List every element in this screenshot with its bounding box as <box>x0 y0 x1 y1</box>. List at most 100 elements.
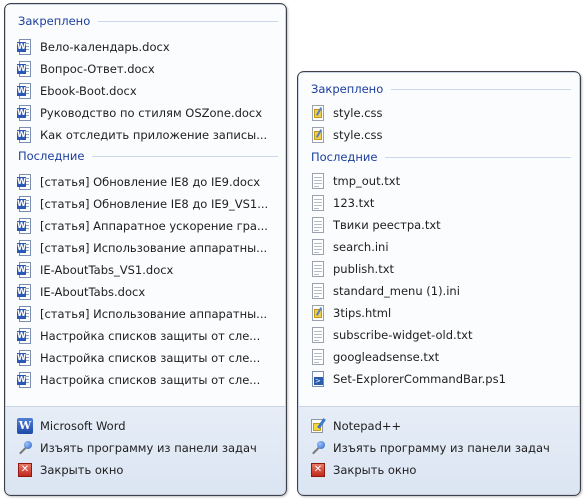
pin-icon <box>310 440 326 456</box>
notepad-jumplist: Закреплено style.css style.css Последние … <box>297 71 581 496</box>
recent-item[interactable]: W Настройка списков защиты от сле... <box>17 347 260 369</box>
word-document-icon: W <box>17 262 33 278</box>
word-document-icon: W <box>17 39 33 55</box>
task-item[interactable]: Изъять программу из панели задач <box>17 437 257 459</box>
recent-item-label: search.ini <box>333 240 389 254</box>
task-item-label: Notepad++ <box>333 419 402 433</box>
recent-item[interactable]: tmp_out.txt <box>310 170 400 192</box>
recent-item[interactable]: W IE-AboutTabs.docx <box>17 281 145 303</box>
task-item-label: Microsoft Word <box>40 419 126 433</box>
notepad-plus-plus-icon <box>310 418 326 434</box>
pinned-item[interactable]: W Как отследить приложение записы... <box>17 124 267 146</box>
word-document-icon: W <box>17 196 33 212</box>
pinned-item-label: Как отследить приложение записы... <box>40 128 268 142</box>
recent-item[interactable]: W IE-AboutTabs_VS1.docx <box>17 259 173 281</box>
recent-item[interactable]: W [статья] Обновление IE8 до IE9.docx <box>17 171 260 193</box>
text-file-icon <box>310 173 326 189</box>
recent-item[interactable]: W [статья] Использование аппаратны... <box>17 237 267 259</box>
task-item[interactable]: ✕ Закрыть окно <box>310 459 416 481</box>
task-item[interactable]: W Microsoft Word <box>17 415 126 437</box>
task-item-label: Закрыть окно <box>40 463 124 477</box>
recent-item-label: Настройка списков защиты от сле... <box>40 329 261 343</box>
recent-item[interactable]: W [статья] Использование аппаратны... <box>17 303 267 325</box>
pinned-item-label: style.css <box>333 128 383 142</box>
html-file-icon <box>310 305 326 321</box>
word-jumplist-tasks: W Microsoft Word Изъять программу из панел… <box>6 406 285 494</box>
task-item[interactable]: Изъять программу из панели задач <box>310 437 550 459</box>
text-file-icon <box>310 349 326 365</box>
pinned-header: Закреплено <box>18 14 279 28</box>
microsoft-word-icon: W <box>17 418 33 434</box>
recent-item[interactable]: > Set-ExplorerCommandBar.ps1 <box>310 368 506 390</box>
recent-item[interactable]: publish.txt <box>310 258 394 280</box>
recent-item-label: tmp_out.txt <box>333 174 401 188</box>
recent-item-label: 3tips.html <box>333 306 392 320</box>
pinned-item[interactable]: style.css <box>310 102 383 124</box>
recent-item-label: [статья] Аппаратное ускорение гра... <box>40 219 268 233</box>
text-file-icon <box>310 261 326 277</box>
recent-item[interactable]: W [статья] Обновление IE8 до IE9_VS1... <box>17 193 268 215</box>
word-document-icon: W <box>17 328 33 344</box>
recent-item[interactable]: googleadsense.txt <box>310 346 439 368</box>
pinned-item-label: Вело-календарь.docx <box>40 40 170 54</box>
pinned-item[interactable]: W Вопрос-Ответ.docx <box>17 58 155 80</box>
pinned-item-label: Руководство по стилям OSZone.docx <box>40 106 263 120</box>
word-jumplist: Закреплено W Вело-календарь.docx W Вопрос-О… <box>4 3 287 496</box>
pinned-item-label: Ebook-Boot.docx <box>40 84 137 98</box>
text-file-icon <box>310 327 326 343</box>
recent-item[interactable]: W [статья] Аппаратное ускорение гра... <box>17 215 268 237</box>
word-document-icon: W <box>17 284 33 300</box>
pin-icon <box>17 440 33 456</box>
word-document-icon: W <box>17 372 33 388</box>
recent-item[interactable]: W Настройка списков защиты от сле... <box>17 369 260 391</box>
powershell-file-icon: > <box>310 371 326 387</box>
recent-item-label: [статья] Использование аппаратны... <box>40 307 268 321</box>
word-document-icon: W <box>17 350 33 366</box>
recent-item[interactable]: search.ini <box>310 236 389 258</box>
word-document-icon: W <box>17 240 33 256</box>
recent-item-label: Настройка списков защиты от сле... <box>40 373 261 387</box>
task-item-label: Изъять программу из панели задач <box>333 441 550 455</box>
notepad-jumplist-destinations: Закреплено style.css style.css Последние … <box>299 73 579 406</box>
recent-item-label: Твики реестра.txt <box>333 218 441 232</box>
text-file-icon <box>310 239 326 255</box>
css-file-icon <box>310 105 326 121</box>
recent-item[interactable]: 123.txt <box>310 192 374 214</box>
task-item-label: Закрыть окно <box>333 463 417 477</box>
recent-item[interactable]: subscribe-widget-old.txt <box>310 324 473 346</box>
text-file-icon <box>310 195 326 211</box>
recent-item-label: IE-AboutTabs.docx <box>40 285 146 299</box>
recent-item-label: googleadsense.txt <box>333 350 440 364</box>
pinned-item[interactable]: style.css <box>310 124 383 146</box>
recent-item-label: 123.txt <box>333 196 375 210</box>
task-item[interactable]: Notepad++ <box>310 415 401 437</box>
pinned-item[interactable]: W Ebook-Boot.docx <box>17 80 137 102</box>
pinned-item[interactable]: W Вело-календарь.docx <box>17 36 170 58</box>
recent-item[interactable]: Твики реестра.txt <box>310 214 441 236</box>
css-file-icon <box>310 127 326 143</box>
recent-item-label: IE-AboutTabs_VS1.docx <box>40 263 174 277</box>
text-file-icon <box>310 283 326 299</box>
recent-header: Последние <box>18 149 279 163</box>
word-document-icon: W <box>17 306 33 322</box>
close-icon: ✕ <box>310 462 326 478</box>
close-icon: ✕ <box>17 462 33 478</box>
recent-item-label: Set-ExplorerCommandBar.ps1 <box>333 372 506 386</box>
recent-item-label: publish.txt <box>333 262 395 276</box>
recent-item-label: [статья] Обновление IE8 до IE9.docx <box>40 175 261 189</box>
pinned-item-label: Вопрос-Ответ.docx <box>40 62 155 76</box>
recent-item-label: [статья] Обновление IE8 до IE9_VS1... <box>40 197 269 211</box>
recent-item-label: Настройка списков защиты от сле... <box>40 351 261 365</box>
task-item[interactable]: ✕ Закрыть окно <box>17 459 123 481</box>
recent-item[interactable]: W Настройка списков защиты от сле... <box>17 325 260 347</box>
word-document-icon: W <box>17 83 33 99</box>
recent-item[interactable]: 3tips.html <box>310 302 391 324</box>
notepad-jumplist-tasks: Notepad++ Изъять программу из панели зада… <box>299 406 579 494</box>
recent-item-label: [статья] Использование аппаратны... <box>40 241 268 255</box>
recent-item[interactable]: standard_menu (1).ini <box>310 280 460 302</box>
pinned-item[interactable]: W Руководство по стилям OSZone.docx <box>17 102 262 124</box>
recent-header: Последние <box>311 150 572 164</box>
task-item-label: Изъять программу из панели задач <box>40 441 257 455</box>
word-document-icon: W <box>17 218 33 234</box>
recent-item-label: standard_menu (1).ini <box>333 284 460 298</box>
